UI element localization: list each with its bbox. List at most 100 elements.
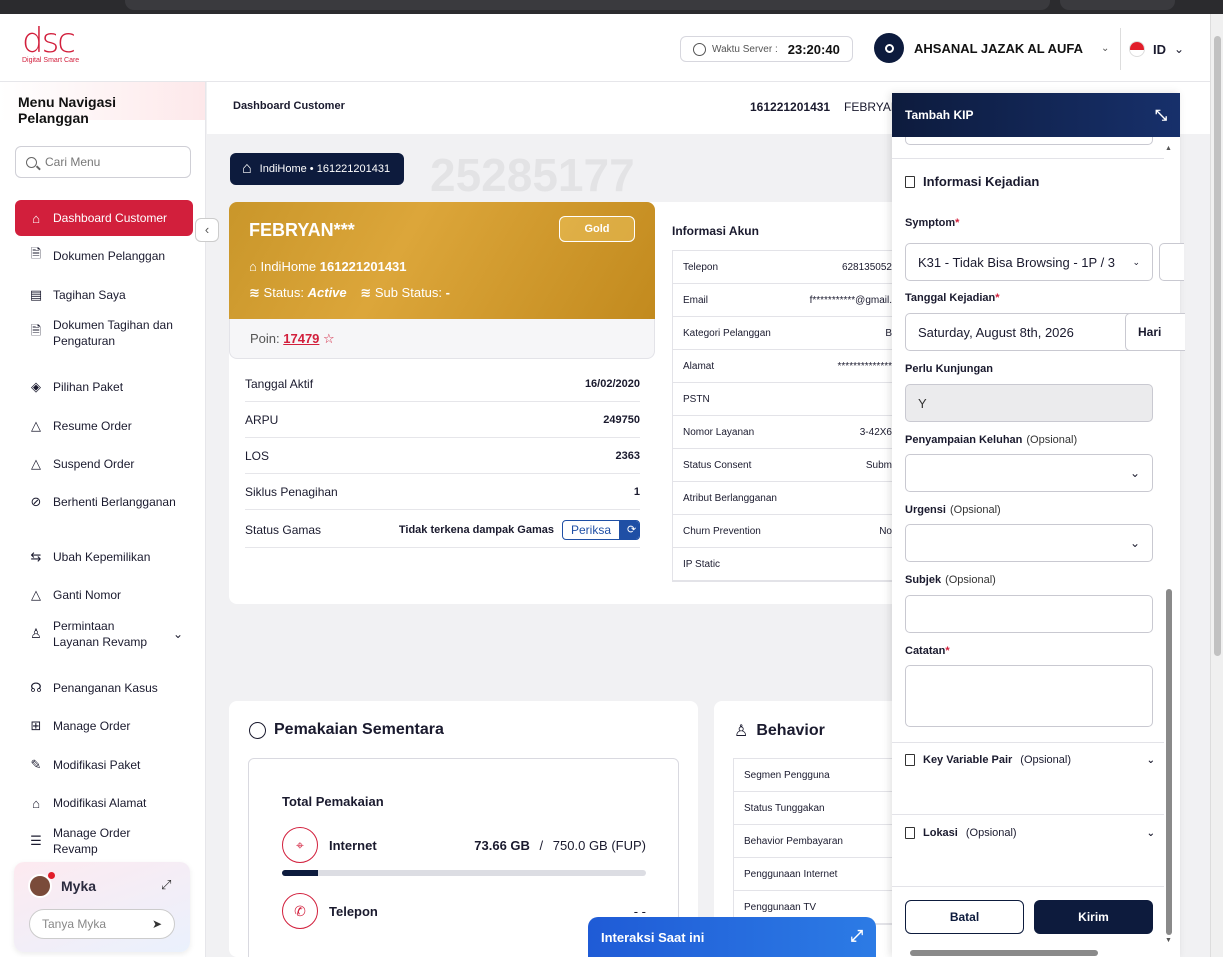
catatan-textarea[interactable] <box>905 665 1153 727</box>
detail-label: LOS <box>245 448 270 463</box>
subjek-label: Subjek (Opsional) <box>905 574 996 586</box>
account-info-label: Nomor Layanan <box>683 426 755 438</box>
send-icon[interactable]: ➤ <box>152 917 162 931</box>
submit-button[interactable]: Kirim <box>1034 900 1153 934</box>
triangle-icon: △ <box>31 418 41 433</box>
sidebar-item-label: Ganti Nomor <box>53 588 122 602</box>
address-bar[interactable] <box>125 0 1050 10</box>
account-info-row: Status Consent Subm <box>673 449 902 482</box>
expand-icon[interactable]: ⤢ <box>161 877 171 893</box>
detail-label: ARPU <box>245 412 279 427</box>
sidebar-item-resume-order[interactable]: △ Resume Order <box>15 408 193 444</box>
penyampaian-keluhan-select[interactable]: ⌄ <box>905 454 1153 492</box>
home-icon: ⌂ <box>32 795 40 811</box>
customer-number: 161221201431 <box>750 100 831 114</box>
chevron-down-icon: ⌄ <box>1146 754 1155 766</box>
notification-dot <box>48 872 55 879</box>
sidebar-item-label: Tagihan Saya <box>53 288 126 302</box>
account-info-label: IP Static <box>683 558 721 570</box>
user-icon: ♙ <box>734 723 749 740</box>
sidebar-item-modifikasi-paket[interactable]: ✎ Modifikasi Paket <box>15 747 193 783</box>
sidebar-item-label: Berhenti Berlangganan <box>53 495 176 509</box>
behavior-table: Segmen Pengguna Status Tunggakan Behavior … <box>733 758 908 925</box>
document-icon <box>905 175 915 188</box>
previous-field[interactable] <box>905 137 1153 145</box>
myka-assistant[interactable]: Myka ⤢ Tanya Myka ➤ <box>14 862 190 952</box>
interaksi-panel-bar[interactable]: Interaksi Saat ini ⤢ <box>588 917 876 957</box>
phone-icon: ✆ <box>282 893 318 929</box>
sidebar-item-permintaan-layanan-revamp[interactable]: ♙ Permintaan Layanan Revamp ⌄ <box>15 616 193 652</box>
collapse-icon[interactable]: ⤡ <box>1155 107 1167 124</box>
list-icon: ☰ <box>30 833 42 848</box>
sidebar-item-ubah-kepemilikan[interactable]: ⇆ Ubah Kepemilikan <box>15 539 193 575</box>
chevron-down-icon: ⌄ <box>1129 466 1140 480</box>
sidebar-collapse-button[interactable]: ‹ <box>195 218 219 242</box>
sidebar-item-dokumen-tagihan-dan-pengaturan[interactable]: 🗎 Dokumen Tagihan dan Pengaturan <box>15 315 193 351</box>
symptom-label: Symptom* <box>905 217 960 229</box>
user-menu[interactable]: AHSANAL JAZAK AL AUFA ⌄ <box>874 33 1109 63</box>
expand-icon[interactable]: ⤢ <box>850 928 863 946</box>
indihome-tag[interactable]: ⌂ IndiHome • 161221201431 <box>230 153 404 185</box>
subjek-input[interactable] <box>905 595 1153 633</box>
chevron-down-icon: ⌄ <box>1132 256 1140 267</box>
server-time-value: 23:20:40 <box>787 41 840 57</box>
interaksi-label: Interaksi Saat ini <box>601 929 705 945</box>
invoice-icon: ▤ <box>29 287 43 302</box>
sidebar-item-label: Dashboard Customer <box>53 211 168 225</box>
tanggal-kejadian-input[interactable]: Saturday, August 8th, 2026▦ <box>905 313 1153 351</box>
menu-search-input[interactable]: Cari Menu <box>15 146 191 178</box>
account-info-value: ************** <box>837 360 892 372</box>
urgensi-select[interactable]: ⌄ <box>905 524 1153 562</box>
detail-value: 1 <box>633 485 640 498</box>
sidebar-item-label: Suspend Order <box>53 457 135 471</box>
headset-icon: ☊ <box>30 680 42 695</box>
language-code: ID <box>1153 41 1166 57</box>
myka-input-placeholder: Tanya Myka <box>42 917 107 931</box>
edit-icon: ✎ <box>30 757 42 772</box>
star-icon: ☆ <box>323 331 335 346</box>
lokasi-section[interactable]: Lokasi (Opsional) ⌄ <box>905 827 1155 839</box>
poin-value-link[interactable]: 17479 <box>283 331 319 346</box>
periksa-button[interactable]: Periksa ⟳ <box>561 519 640 540</box>
hari-select[interactable]: Hari <box>1125 313 1185 351</box>
clock-icon <box>693 42 706 56</box>
sidebar-item-penanganan-kasus[interactable]: ☊ Penanganan Kasus <box>15 670 193 706</box>
key-variable-pair-section[interactable]: Key Variable Pair (Opsional) ⌄ <box>905 754 1155 766</box>
detail-row: ARPU 249750 <box>245 402 640 438</box>
document-icon <box>905 754 915 766</box>
document-icon <box>905 827 915 839</box>
panel-horizontal-scrollbar[interactable] <box>896 949 1168 957</box>
dsc-logo[interactable]: dsc Digital Smart Care <box>22 24 79 64</box>
home-icon: ⌂ <box>32 210 40 226</box>
sidebar-item-tagihan-saya[interactable]: ▤ Tagihan Saya <box>15 277 193 313</box>
user-icon: ♙ <box>30 626 42 641</box>
swap-icon: ⇆ <box>30 549 42 564</box>
sidebar-item-label: Dokumen Pelanggan <box>53 249 166 263</box>
sidebar-item-berhenti-berlangganan[interactable]: ⊘ Berhenti Berlangganan <box>15 484 193 520</box>
sidebar-item-dashboard-customer[interactable]: ⌂ Dashboard Customer <box>15 200 193 236</box>
sidebar-item-modifikasi-alamat[interactable]: ⌂ Modifikasi Alamat <box>15 785 193 821</box>
internet-usage-row: ⌖ Internet 73.66 GB / 750.0 GB (FUP) <box>282 827 646 863</box>
sidebar-item-suspend-order[interactable]: △ Suspend Order <box>15 446 193 482</box>
tier-badge: Gold <box>559 216 635 242</box>
top-bar: dsc Digital Smart Care Waktu Server : 23… <box>0 14 1210 82</box>
sidebar-item-manage-order[interactable]: ⊞ Manage Order <box>15 708 193 744</box>
cancel-button[interactable]: Batal <box>905 900 1024 934</box>
server-time-label: Waktu Server : <box>712 43 778 55</box>
poin-row: Poin: 17479 ☆ <box>229 319 655 359</box>
triangle-icon: △ <box>31 456 41 471</box>
page-scrollbar[interactable] <box>1210 14 1223 957</box>
sidebar-item-dokumen-pelanggan[interactable]: 🗎 Dokumen Pelanggan <box>15 238 193 274</box>
sidebar-item-ganti-nomor[interactable]: △ Ganti Nomor <box>15 577 193 613</box>
behavior-title-row: ♙ Behavior <box>734 721 825 741</box>
language-selector[interactable]: ID ⌄ <box>1120 28 1184 70</box>
sidebar-item-label: Pilihan Paket <box>53 380 124 394</box>
sidebar-item-pilihan-paket[interactable]: ◈ Pilihan Paket <box>15 369 193 405</box>
user-icon <box>884 43 894 53</box>
sidebar-item-manage-order-revamp[interactable]: ☰ Manage Order Revamp <box>15 823 193 859</box>
browser-profile-pill[interactable] <box>1060 0 1175 10</box>
symptom-select[interactable]: K31 - Tidak Bisa Browsing - 1P / 3 ⌄ <box>905 243 1153 281</box>
symptom-extra-button[interactable] <box>1159 243 1184 281</box>
account-info-value: 3-42X6 <box>859 426 892 438</box>
myka-input[interactable]: Tanya Myka ➤ <box>29 909 175 939</box>
